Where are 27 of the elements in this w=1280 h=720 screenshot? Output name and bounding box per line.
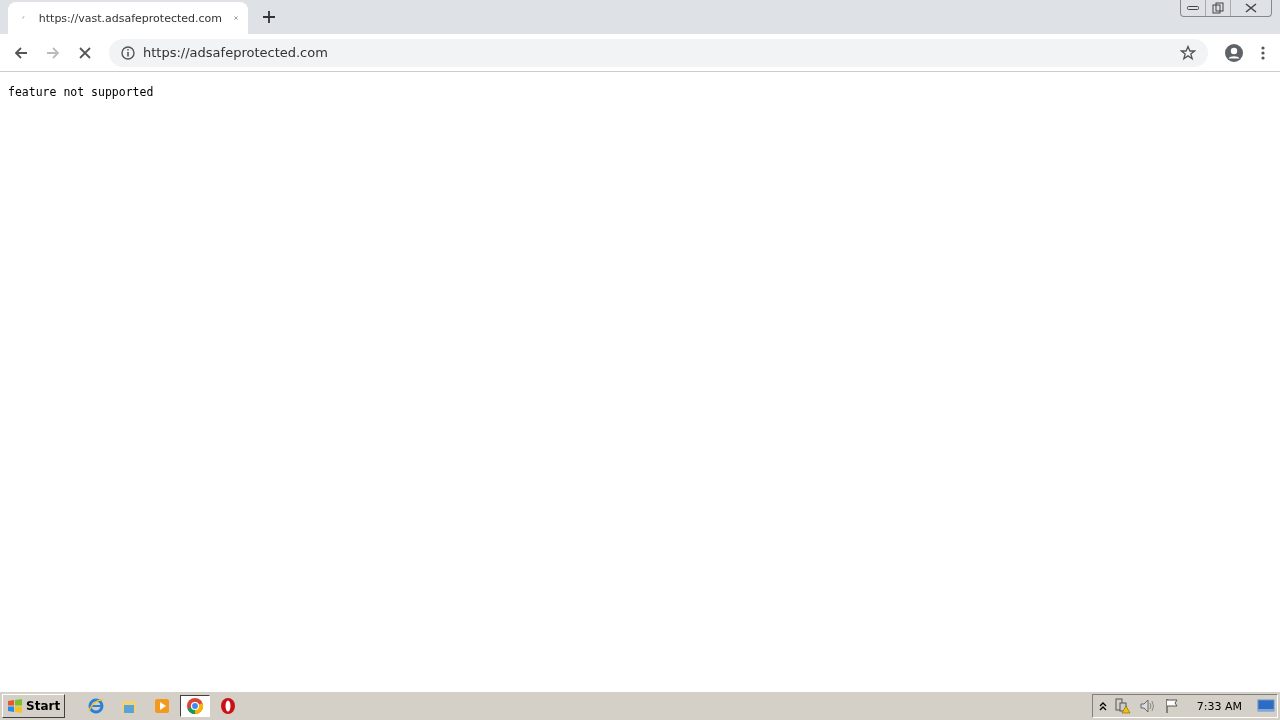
restore-icon (1212, 2, 1224, 14)
back-icon[interactable] (13, 44, 29, 61)
browser-tab[interactable]: https://vast.adsafeprotected.com (8, 2, 248, 34)
stop-icon[interactable] (77, 44, 93, 61)
chrome-taskbar-button[interactable] (180, 695, 211, 717)
address-bar[interactable]: https://adsafeprotected.com (109, 38, 1208, 67)
network-warning-icon[interactable] (1113, 698, 1132, 714)
windows-logo-icon (7, 699, 23, 713)
close-tab-icon[interactable] (234, 13, 238, 23)
page-text: feature not supported (8, 85, 154, 99)
chevron-up-icon[interactable] (1098, 701, 1107, 711)
browser-e-icon (87, 697, 106, 715)
star-icon[interactable] (1180, 44, 1196, 61)
chrome-logo-icon (186, 697, 205, 715)
info-icon (121, 45, 135, 60)
menu-icon[interactable] (1260, 44, 1266, 61)
play-icon (153, 697, 172, 715)
profile-icon[interactable] (1224, 42, 1244, 63)
opera-logo-icon (219, 697, 238, 715)
minimize-icon (1187, 5, 1199, 11)
speaker-icon[interactable] (1138, 698, 1157, 714)
flag-icon[interactable] (1163, 698, 1180, 714)
start-button[interactable]: Start (2, 694, 66, 718)
show-desktop-icon[interactable] (1257, 699, 1275, 713)
new-tab-icon[interactable] (262, 10, 276, 24)
clock[interactable]: 7:33 AM (1196, 699, 1242, 713)
close-icon (1245, 3, 1257, 13)
